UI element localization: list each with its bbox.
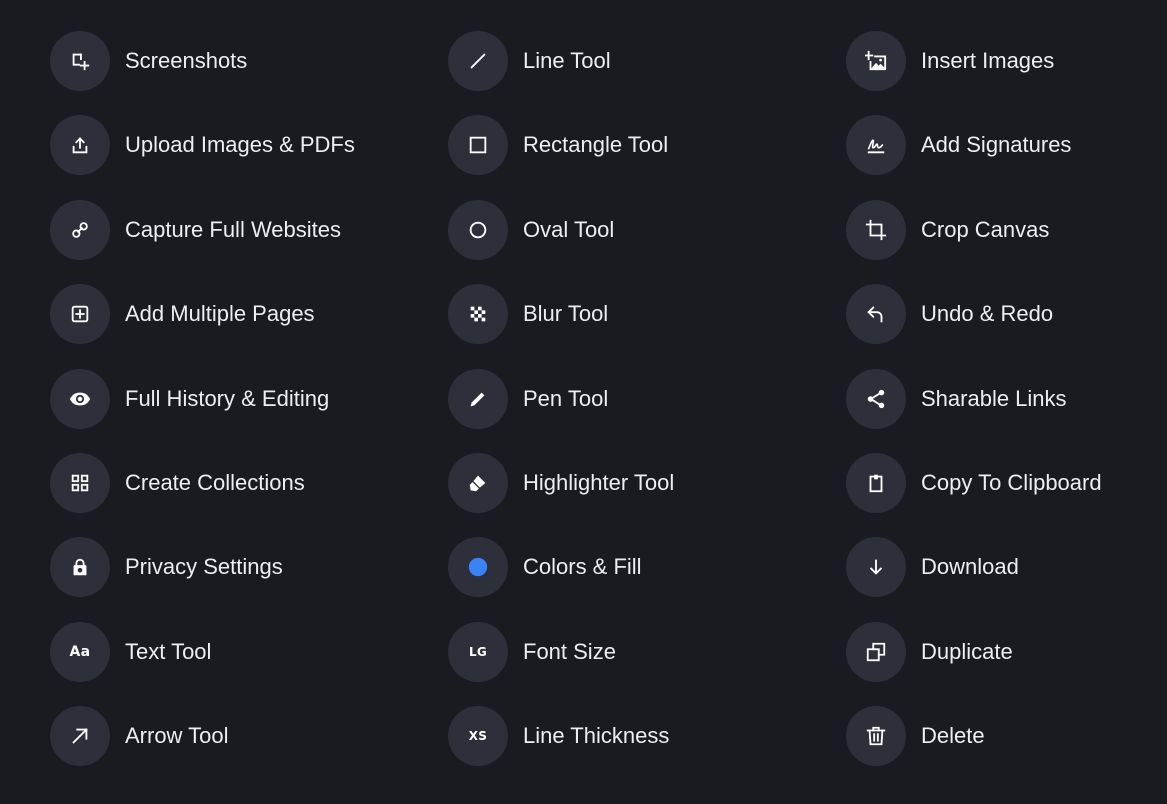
link-icon [50, 199, 110, 260]
feature-item-blur-tool[interactable]: Blur Tool [448, 284, 846, 345]
feature-item-download[interactable]: Download [846, 537, 1166, 598]
download-icon [846, 537, 906, 598]
oval-icon [448, 199, 508, 260]
feature-item-duplicate[interactable]: Duplicate [846, 621, 1166, 682]
feature-label: Duplicate [921, 638, 1013, 664]
feature-item-add-signatures[interactable]: Add Signatures [846, 115, 1166, 176]
eye-icon [50, 368, 110, 429]
feature-label: Add Signatures [921, 132, 1072, 158]
feature-item-text-tool[interactable]: Aa Text Tool [50, 621, 448, 682]
feature-item-insert-images[interactable]: Insert Images [846, 31, 1166, 91]
duplicate-icon [846, 621, 906, 682]
feature-item-full-history-editing[interactable]: Full History & Editing [50, 368, 448, 429]
blur-icon [448, 284, 508, 345]
screenshot-icon [50, 31, 110, 91]
feature-label: Oval Tool [523, 216, 615, 242]
feature-label: Colors & Fill [523, 554, 642, 580]
highlighter-icon [448, 452, 508, 513]
feature-label: Upload Images & PDFs [125, 132, 355, 158]
add-page-icon [50, 284, 110, 345]
feature-label: Add Multiple Pages [125, 301, 315, 327]
feature-label: Arrow Tool [125, 723, 229, 749]
feature-label: Delete [921, 723, 985, 749]
feature-item-sharable-links[interactable]: Sharable Links [846, 368, 1166, 429]
feature-label: Line Thickness [523, 723, 670, 749]
share-icon [846, 368, 906, 429]
feature-item-oval-tool[interactable]: Oval Tool [448, 199, 846, 260]
grid-icon [50, 452, 110, 513]
feature-label: Rectangle Tool [523, 132, 669, 158]
trash-icon [846, 706, 906, 767]
line-thickness-icon: XS [448, 706, 508, 767]
rectangle-icon [448, 115, 508, 176]
lock-icon [50, 537, 110, 598]
feature-label: Sharable Links [921, 385, 1067, 411]
feature-label: Copy To Clipboard [921, 469, 1102, 495]
feature-label: Text Tool [125, 638, 212, 664]
signature-icon [846, 115, 906, 176]
feature-label: Highlighter Tool [523, 469, 675, 495]
feature-item-colors-fill[interactable]: Colors & Fill [448, 537, 846, 598]
undo-icon [846, 284, 906, 345]
arrow-icon [50, 706, 110, 767]
font-size-icon: LG [448, 621, 508, 682]
feature-item-add-multiple-pages[interactable]: Add Multiple Pages [50, 284, 448, 345]
feature-item-pen-tool[interactable]: Pen Tool [448, 368, 846, 429]
feature-item-screenshots[interactable]: Screenshots [50, 31, 448, 91]
feature-item-font-size[interactable]: LG Font Size [448, 621, 846, 682]
feature-column: Screenshots Upload Images & PDFs Capture F… [50, 31, 448, 791]
feature-item-privacy-settings[interactable]: Privacy Settings [50, 537, 448, 598]
line-icon [448, 31, 508, 91]
feature-label: Create Collections [125, 469, 305, 495]
upload-icon [50, 115, 110, 176]
text-icon: Aa [50, 621, 110, 682]
feature-label: Crop Canvas [921, 216, 1050, 242]
feature-item-upload-images-pdfs[interactable]: Upload Images & PDFs [50, 115, 448, 176]
icon-glyph: Aa [69, 643, 91, 660]
feature-label: Privacy Settings [125, 554, 283, 580]
feature-label: Line Tool [523, 48, 611, 73]
feature-label: Screenshots [125, 48, 248, 73]
feature-label: Insert Images [921, 48, 1055, 73]
feature-item-capture-full-websites[interactable]: Capture Full Websites [50, 199, 448, 260]
feature-label: Capture Full Websites [125, 216, 342, 242]
feature-label: Full History & Editing [125, 385, 330, 411]
feature-item-undo-redo[interactable]: Undo & Redo [846, 284, 1166, 345]
icon-glyph: XS [468, 729, 488, 744]
icon-glyph: LG [468, 644, 488, 659]
feature-label: Pen Tool [523, 385, 609, 411]
feature-item-line-tool[interactable]: Line Tool [448, 31, 846, 91]
feature-item-delete[interactable]: Delete [846, 706, 1166, 767]
feature-item-create-collections[interactable]: Create Collections [50, 452, 448, 513]
clipboard-icon [846, 452, 906, 513]
color-dot-icon [448, 537, 508, 598]
feature-label: Undo & Redo [921, 301, 1054, 327]
feature-item-crop-canvas[interactable]: Crop Canvas [846, 199, 1166, 260]
feature-column: Line Tool Rectangle Tool Oval Tool Blur Too… [448, 31, 846, 791]
feature-column: Insert Images Add Signatures Crop Canvas Un… [846, 31, 1166, 791]
feature-item-line-thickness[interactable]: XS Line Thickness [448, 706, 846, 767]
feature-item-arrow-tool[interactable]: Arrow Tool [50, 706, 448, 767]
feature-item-rectangle-tool[interactable]: Rectangle Tool [448, 115, 846, 176]
crop-icon [846, 199, 906, 260]
feature-item-highlighter-tool[interactable]: Highlighter Tool [448, 452, 846, 513]
pen-icon [448, 368, 508, 429]
feature-label: Blur Tool [523, 301, 609, 327]
feature-item-copy-to-clipboard[interactable]: Copy To Clipboard [846, 452, 1166, 513]
feature-grid: Screenshots Upload Images & PDFs Capture F… [50, 31, 1166, 791]
insert-image-icon [846, 31, 906, 91]
feature-label: Font Size [523, 638, 616, 664]
feature-label: Download [921, 554, 1019, 580]
